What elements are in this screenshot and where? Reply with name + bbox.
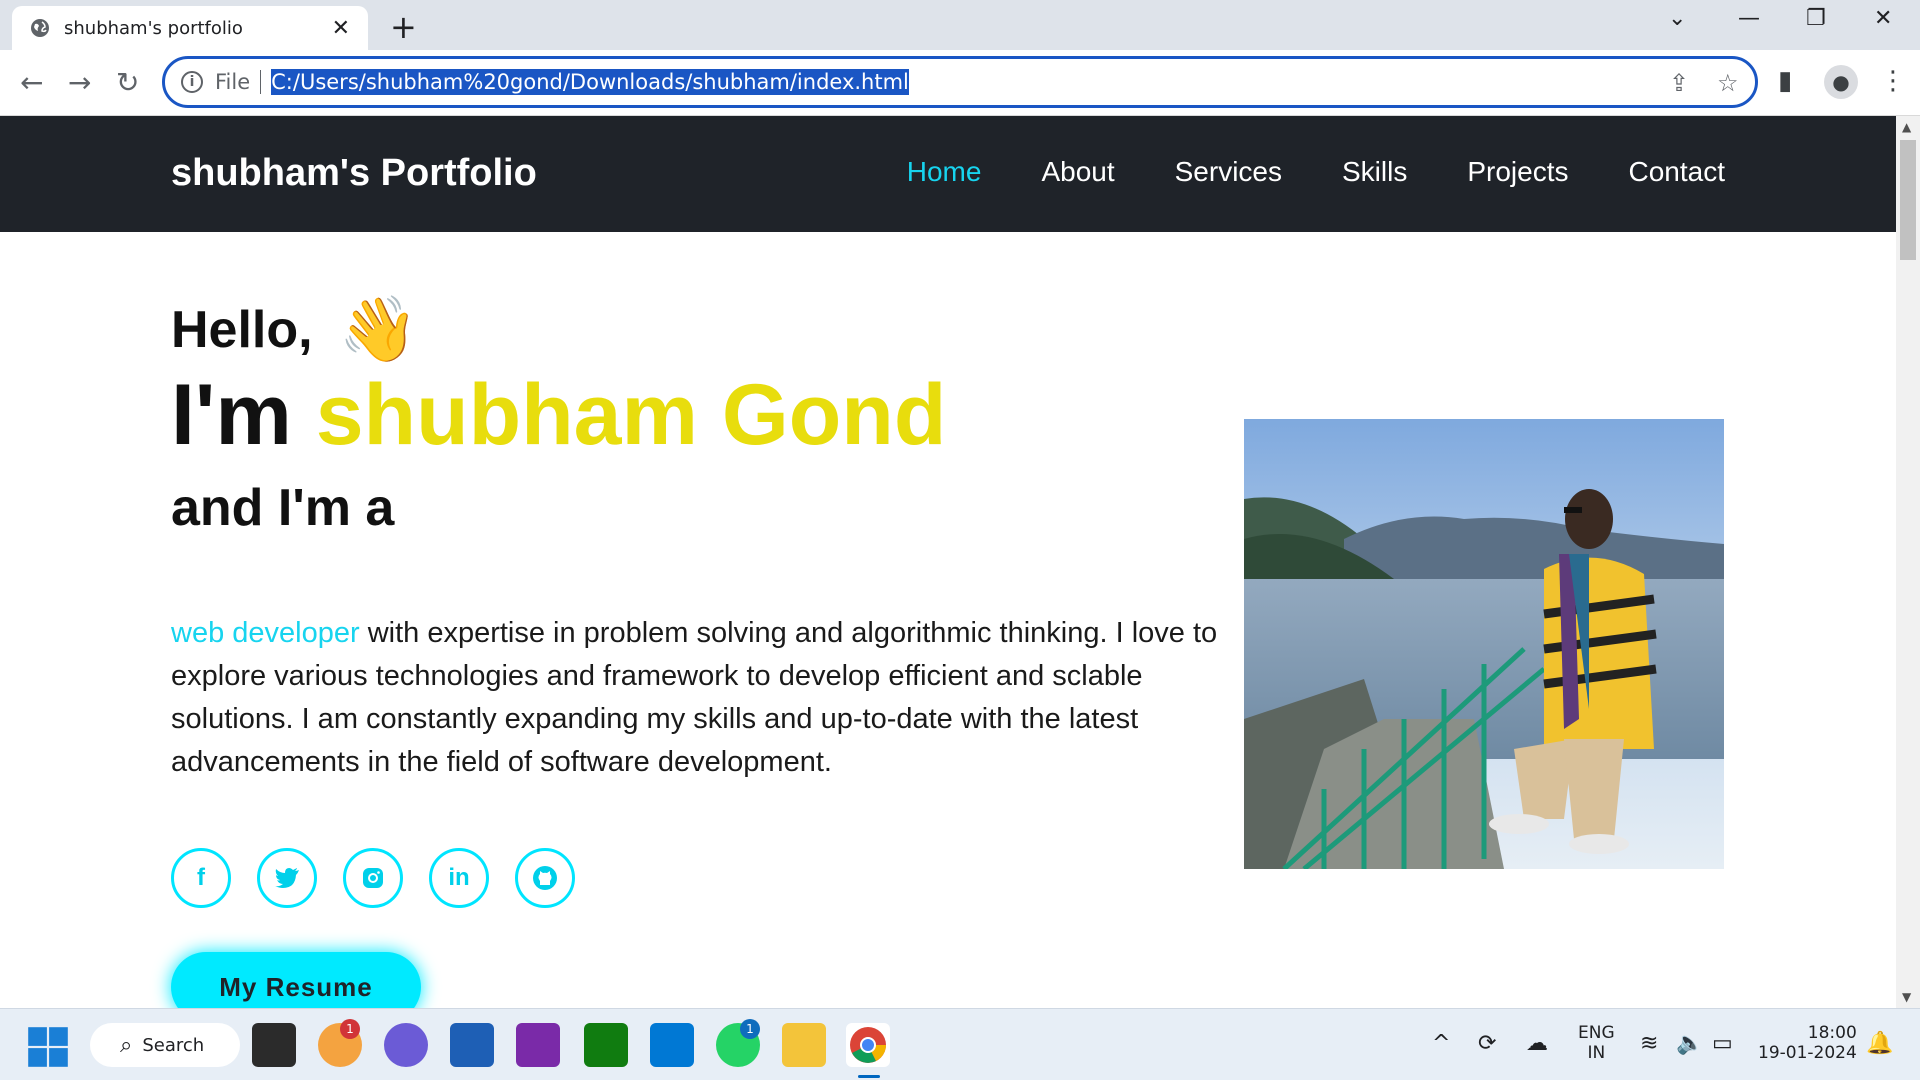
github-icon[interactable]: [515, 848, 575, 908]
new-tab-button[interactable]: +: [390, 8, 417, 46]
waving-hand-icon: 👋: [338, 293, 419, 365]
tab-search-icon[interactable]: ⌄: [1668, 6, 1686, 31]
task-view-icon[interactable]: [252, 1023, 296, 1067]
profile-photo: [1244, 419, 1724, 869]
address-bar[interactable]: i File C:/Users/shubham%20gond/Downloads…: [162, 56, 1758, 108]
os-taskbar: ⌕ Search 1 1 ^ ⟳ ☁ ENG IN ≋ 🔈 ▭ 18:00 19…: [0, 1008, 1920, 1080]
file-explorer-icon[interactable]: [782, 1023, 826, 1067]
nav-contact[interactable]: Contact: [1629, 156, 1726, 188]
sync-icon[interactable]: ⟳: [1478, 1031, 1496, 1056]
site-info-icon[interactable]: i: [181, 71, 203, 93]
scroll-up-icon[interactable]: ▲: [1902, 120, 1911, 134]
clock-date: 19-01-2024: [1758, 1043, 1857, 1063]
taskbar-search-label: Search: [142, 1034, 205, 1056]
windows-start-icon[interactable]: [26, 1025, 70, 1069]
site-navbar: shubham's Portfolio Home About Services …: [0, 116, 1896, 232]
instagram-icon[interactable]: [343, 848, 403, 908]
bookmark-star-icon[interactable]: ☆: [1717, 69, 1739, 97]
lang-code: ENG: [1578, 1023, 1615, 1043]
page-scrollbar[interactable]: ▲ ▼: [1896, 116, 1920, 1008]
taskbar-search[interactable]: ⌕ Search: [90, 1023, 240, 1067]
app-icon[interactable]: [516, 1023, 560, 1067]
iam-prefix: I'm: [171, 367, 316, 463]
site-menu: Home About Services Skills Projects Cont…: [907, 156, 1725, 188]
social-links: f in: [171, 848, 575, 908]
window-close-button[interactable]: ✕: [1874, 6, 1892, 31]
search-icon: ⌕: [120, 1032, 133, 1058]
menu-kebab-icon[interactable]: ⋮: [1880, 66, 1906, 96]
chrome-icon[interactable]: [846, 1023, 890, 1067]
scroll-thumb[interactable]: [1900, 140, 1916, 260]
hero-name: shubham Gond: [315, 367, 947, 463]
minimize-button[interactable]: —: [1738, 6, 1760, 31]
resume-button[interactable]: My Resume: [171, 952, 421, 1008]
forward-button[interactable]: →: [68, 66, 91, 99]
show-hidden-icons[interactable]: ^: [1432, 1031, 1450, 1056]
address-scheme-label: File: [215, 70, 251, 94]
xbox-icon[interactable]: [584, 1023, 628, 1067]
tab-strip: shubham's portfolio ✕ + ⌄ — ❐ ✕: [0, 0, 1920, 50]
vscode-icon[interactable]: [650, 1023, 694, 1067]
reload-button[interactable]: ↻: [116, 66, 139, 99]
globe-icon: [31, 19, 49, 37]
active-app-indicator: [858, 1075, 880, 1078]
widgets-badge: 1: [340, 1019, 360, 1039]
instagram-glyph: [363, 868, 383, 888]
twitter-bird-icon: [275, 868, 299, 888]
browser-toolbar: ← → ↻ i File C:/Users/shubham%20gond/Dow…: [0, 50, 1920, 116]
store-icon[interactable]: [450, 1023, 494, 1067]
tab-title: shubham's portfolio: [64, 17, 243, 39]
nav-projects[interactable]: Projects: [1467, 156, 1568, 188]
twitter-icon[interactable]: [257, 848, 317, 908]
linkedin-icon[interactable]: in: [429, 848, 489, 908]
hero-greeting: Hello, 👋: [171, 292, 418, 367]
page-viewport: shubham's Portfolio Home About Services …: [0, 116, 1896, 1008]
chat-icon[interactable]: [384, 1023, 428, 1067]
restore-button[interactable]: ❐: [1806, 6, 1826, 31]
site-brand[interactable]: shubham's Portfolio: [171, 152, 537, 195]
wifi-icon[interactable]: ≋: [1640, 1031, 1658, 1056]
profile-avatar-icon[interactable]: ●: [1824, 65, 1858, 99]
scroll-down-icon[interactable]: ▼: [1902, 990, 1911, 1004]
hero-role-intro: and I'm a: [171, 479, 395, 537]
url-text[interactable]: C:/Users/shubham%20gond/Downloads/shubha…: [271, 69, 909, 95]
volume-icon[interactable]: 🔈: [1676, 1031, 1703, 1056]
lang-region: IN: [1587, 1043, 1606, 1063]
facebook-icon[interactable]: f: [171, 848, 231, 908]
language-indicator[interactable]: ENG IN: [1578, 1023, 1615, 1063]
browser-tab[interactable]: shubham's portfolio ✕: [12, 6, 368, 50]
notification-bell-icon[interactable]: 🔔: [1866, 1031, 1893, 1056]
nav-about[interactable]: About: [1041, 156, 1114, 188]
address-separator: [260, 70, 262, 94]
hero-name-line: I'm shubham Gond: [171, 366, 946, 465]
back-button[interactable]: ←: [20, 66, 43, 99]
nav-home[interactable]: Home: [907, 156, 982, 188]
side-panel-icon[interactable]: ▮: [1778, 66, 1792, 96]
nav-services[interactable]: Services: [1175, 156, 1282, 188]
close-tab-icon[interactable]: ✕: [332, 16, 350, 41]
battery-icon[interactable]: ▭: [1712, 1031, 1733, 1056]
whatsapp-badge: 1: [740, 1019, 760, 1039]
github-glyph: [533, 866, 557, 890]
clock-time: 18:00: [1807, 1023, 1857, 1043]
nav-skills[interactable]: Skills: [1342, 156, 1407, 188]
onedrive-cloud-icon[interactable]: ☁: [1526, 1031, 1548, 1056]
hero-role: web developer: [171, 617, 360, 649]
clock[interactable]: 18:00 19-01-2024: [1758, 1023, 1857, 1063]
hello-text: Hello,: [171, 300, 313, 359]
hero-description: web developer with expertise in problem …: [171, 612, 1243, 784]
share-icon[interactable]: ⇪: [1669, 69, 1689, 97]
